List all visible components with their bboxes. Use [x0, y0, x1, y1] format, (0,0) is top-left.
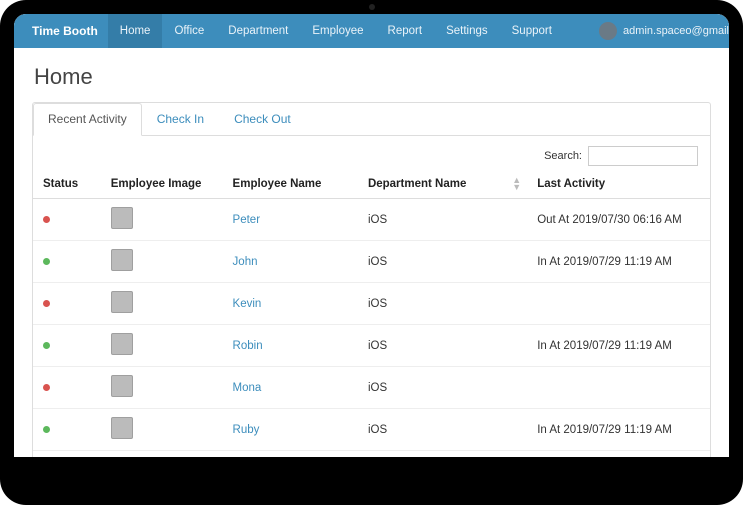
user-label: admin.spaceo@gmail: [623, 25, 729, 37]
nav-item-office[interactable]: Office: [162, 14, 216, 48]
col-department[interactable]: Department Name ▲▼: [358, 170, 527, 199]
search-input[interactable]: [588, 146, 698, 166]
navbar: Time Booth Home Office Department Employ…: [14, 14, 729, 48]
screen: Time Booth Home Office Department Employ…: [14, 14, 729, 457]
department-cell: iOS: [358, 283, 527, 325]
employee-name-link[interactable]: Mona: [233, 382, 262, 394]
sort-icon: ▲▼: [512, 177, 521, 191]
status-dot: [43, 216, 50, 223]
status-dot: [43, 426, 50, 433]
employee-image[interactable]: [111, 291, 133, 313]
employee-image[interactable]: [111, 207, 133, 229]
activity-cell: In At 2019/07/29 11:19 AM: [527, 241, 710, 283]
nav-item-support[interactable]: Support: [500, 14, 564, 48]
department-cell: iOS: [358, 241, 527, 283]
table-header-row: Status Employee Image Employee Name Depa…: [33, 170, 710, 199]
nav-item-home[interactable]: Home: [108, 14, 163, 48]
activity-cell: In At 2019/07/29 11:19 AM: [527, 325, 710, 367]
avatar: [599, 22, 617, 40]
data-table: Status Employee Image Employee Name Depa…: [33, 170, 710, 457]
department-cell: iOS: [358, 451, 527, 458]
col-status[interactable]: Status: [33, 170, 101, 199]
nav-item-report[interactable]: Report: [376, 14, 435, 48]
department-cell: iOS: [358, 325, 527, 367]
employee-name-link[interactable]: Peter: [233, 214, 261, 226]
employee-image[interactable]: [111, 375, 133, 397]
table-row: Kevin iOS: [33, 283, 710, 325]
activity-cell: In At 2019/07/29 11:19 AM: [527, 409, 710, 451]
status-dot: [43, 258, 50, 265]
table-row: Peter iOSOut At 2019/07/30 06:16 AM: [33, 199, 710, 241]
table-tools: Search:: [33, 136, 710, 170]
employee-name-link[interactable]: Robin: [233, 340, 263, 352]
tab-check-in[interactable]: Check In: [142, 103, 219, 135]
table-row: Ruby iOSIn At 2019/07/29 11:19 AM: [33, 409, 710, 451]
nav-item-employee[interactable]: Employee: [300, 14, 375, 48]
department-cell: iOS: [358, 199, 527, 241]
employee-name-link[interactable]: Ruby: [233, 424, 260, 436]
tabs: Recent Activity Check In Check Out: [33, 103, 710, 136]
col-department-label: Department Name: [368, 178, 466, 190]
brand[interactable]: Time Booth: [22, 24, 108, 38]
device-frame: Time Booth Home Office Department Employ…: [0, 0, 743, 505]
status-dot: [43, 384, 50, 391]
tab-check-out[interactable]: Check Out: [219, 103, 306, 135]
activity-cell: Out At 2019/07/30 06:16 AM: [527, 199, 710, 241]
employee-name-link[interactable]: John: [233, 256, 258, 268]
panel: Recent Activity Check In Check Out Searc…: [32, 102, 711, 457]
tab-recent-activity[interactable]: Recent Activity: [33, 103, 142, 136]
status-dot: [43, 300, 50, 307]
employee-name-link[interactable]: Kevin: [233, 298, 262, 310]
employee-image[interactable]: [111, 249, 133, 271]
device-camera: [369, 4, 375, 10]
table-row: Mona iOS: [33, 367, 710, 409]
nav-items: Home Office Department Employee Report S…: [108, 14, 564, 48]
employee-image[interactable]: [111, 333, 133, 355]
search-label: Search:: [544, 150, 582, 162]
col-name[interactable]: Employee Name: [223, 170, 358, 199]
table-body: PeteriOSOut At 2019/07/30 06:16 AMJohniO…: [33, 199, 710, 458]
employee-image[interactable]: [111, 417, 133, 439]
page-title: Home: [34, 64, 711, 90]
col-activity[interactable]: Last Activity: [527, 170, 710, 199]
table-row: ArunimaiOS: [33, 451, 710, 458]
activity-cell: [527, 451, 710, 458]
page-content: Home Recent Activity Check In Check Out …: [14, 48, 729, 457]
status-dot: [43, 342, 50, 349]
nav-item-settings[interactable]: Settings: [434, 14, 500, 48]
department-cell: iOS: [358, 409, 527, 451]
activity-cell: [527, 283, 710, 325]
col-image[interactable]: Employee Image: [101, 170, 223, 199]
department-cell: iOS: [358, 367, 527, 409]
activity-cell: [527, 367, 710, 409]
table-row: Robin iOSIn At 2019/07/29 11:19 AM: [33, 325, 710, 367]
nav-user[interactable]: admin.spaceo@gmail: [599, 22, 729, 40]
nav-item-department[interactable]: Department: [216, 14, 300, 48]
table-row: John iOSIn At 2019/07/29 11:19 AM: [33, 241, 710, 283]
